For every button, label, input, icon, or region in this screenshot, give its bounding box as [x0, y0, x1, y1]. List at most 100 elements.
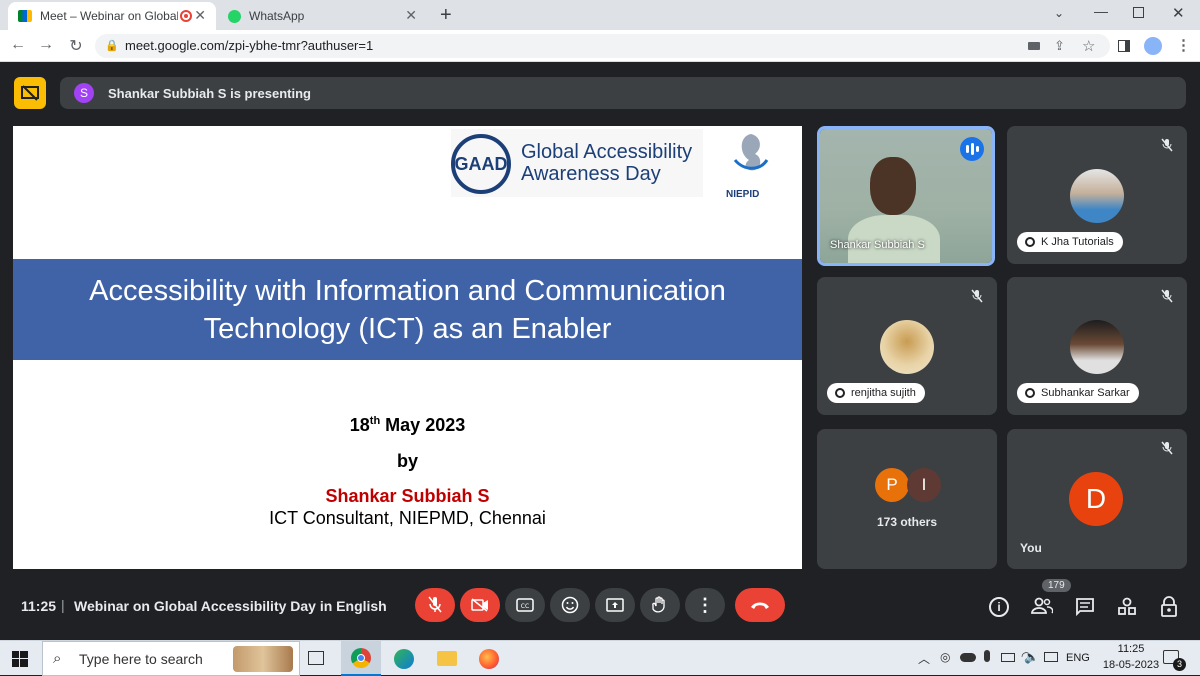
edge-taskbar-icon[interactable]	[394, 649, 414, 669]
captions-button[interactable]: CC	[505, 588, 545, 622]
clock-date[interactable]: 18-05-2023	[1098, 659, 1164, 671]
participant-tile-speaker[interactable]: Shankar Subbiah S	[817, 126, 995, 266]
niepid-logo: NIEPID	[721, 130, 771, 200]
slide-presenter-role: ICT Consultant, NIEPMD, Chennai	[269, 508, 546, 528]
search-placeholder: Type here to search	[79, 651, 203, 667]
others-avatar-i: I	[907, 468, 941, 502]
close-window-button[interactable]: ✕	[1172, 4, 1185, 22]
meet-favicon-icon	[18, 10, 32, 22]
clock-time[interactable]: 11:25	[1106, 643, 1156, 655]
tab-whatsapp[interactable]: WhatsApp ✕	[222, 2, 427, 30]
tab-whatsapp-title: WhatsApp	[249, 9, 305, 23]
camera-off-icon	[471, 598, 488, 612]
participant-name: K Jha Tutorials	[1017, 232, 1123, 252]
camera-toggle-button[interactable]	[460, 588, 500, 622]
reload-icon[interactable]: ↻	[66, 36, 86, 56]
mic-off-icon	[428, 596, 442, 613]
present-screen-icon	[606, 598, 624, 612]
meeting-details-icon[interactable]: i	[989, 597, 1009, 617]
host-controls-icon[interactable]	[1159, 596, 1179, 618]
leave-call-button[interactable]	[735, 588, 785, 622]
menu-kebab-icon[interactable]: ⋮	[1176, 36, 1191, 54]
presenting-banner: S Shankar Subbiah S is presenting	[60, 77, 1186, 109]
share-icon[interactable]: ⇪	[1054, 38, 1065, 54]
forward-arrow-icon[interactable]: →	[36, 36, 56, 54]
lock-icon: 🔒	[105, 40, 119, 52]
meeting-time: 11:25	[21, 598, 57, 614]
speaker-muted-icon[interactable]: 🔈	[1024, 650, 1039, 664]
task-view-icon[interactable]	[308, 651, 324, 665]
gaad-badge: GAAD	[451, 134, 511, 194]
presenting-text: Shankar Subbiah S is presenting	[108, 85, 311, 101]
microphone-tray-icon[interactable]	[984, 650, 990, 662]
more-options-button[interactable]: ⋮	[685, 588, 725, 622]
gaad-line2: Awareness Day	[521, 163, 661, 185]
tab-meet[interactable]: Meet – Webinar on Global A ✕	[8, 2, 216, 30]
footer-separator: |	[61, 597, 65, 613]
participant-tile-subhankar[interactable]: Subhankar Sarkar	[1007, 277, 1187, 415]
more-vert-icon: ⋮	[696, 594, 714, 615]
chevron-up-icon[interactable]: ︿	[918, 650, 930, 667]
taskbar-search-box[interactable]: ⌕ Type here to search	[42, 641, 300, 676]
meet-window: S Shankar Subbiah S is presenting GAAD G…	[0, 62, 1200, 640]
participant-tile-renjitha[interactable]: renjitha sujith	[817, 277, 997, 415]
back-arrow-icon[interactable]: ←	[8, 36, 28, 54]
camera-indicator-icon[interactable]	[1028, 42, 1040, 50]
language-indicator[interactable]: ENG	[1066, 652, 1090, 664]
niepid-emblem-icon	[733, 134, 769, 171]
tab-search-icon[interactable]: ⌄	[1054, 6, 1064, 20]
present-screen-button[interactable]	[595, 588, 635, 622]
profile-avatar[interactable]	[1144, 37, 1162, 55]
you-label: You	[1020, 541, 1042, 555]
onedrive-icon[interactable]	[960, 653, 976, 662]
reactions-button[interactable]	[550, 588, 590, 622]
file-explorer-icon[interactable]	[437, 651, 457, 666]
mic-off-icon	[971, 289, 983, 308]
search-icon: ⌕	[53, 650, 62, 667]
address-bar[interactable]: 🔒 meet.google.com/zpi-ybhe-tmr?authuser=…	[95, 34, 1110, 58]
pin-icon	[1025, 237, 1035, 247]
search-highlight-image	[233, 646, 293, 672]
people-icon[interactable]	[1031, 597, 1053, 615]
display-tray-icon[interactable]	[1044, 652, 1058, 662]
tab-close-icon[interactable]: ✕	[194, 7, 206, 24]
emoji-icon	[561, 596, 579, 614]
battery-icon[interactable]	[1001, 653, 1015, 662]
stop-presentation-icon[interactable]	[14, 77, 46, 109]
mic-off-icon	[1161, 441, 1173, 460]
gaad-logo: GAAD Global Accessibility Awareness Day	[451, 129, 703, 197]
others-avatar-p: P	[875, 468, 909, 502]
meet-control-bar: 11:25 | Webinar on Global Accessibility …	[0, 579, 1200, 639]
browser-toolbar: ← → ↻ 🔒 meet.google.com/zpi-ybhe-tmr?aut…	[0, 30, 1200, 62]
mic-toggle-button[interactable]	[415, 588, 455, 622]
side-panel-icon[interactable]	[1118, 40, 1130, 52]
participant-tile-kjha[interactable]: K Jha Tutorials	[1007, 126, 1187, 264]
participant-name: Subhankar Sarkar	[1017, 383, 1139, 403]
activities-icon[interactable]	[1117, 597, 1137, 617]
participant-tile-others[interactable]: P I 173 others	[817, 429, 997, 569]
bookmark-star-icon[interactable]: ☆	[1082, 37, 1095, 55]
raise-hand-button[interactable]	[640, 588, 680, 622]
restore-button[interactable]	[1133, 7, 1144, 18]
closed-captions-icon: CC	[516, 598, 534, 612]
new-tab-button[interactable]: +	[440, 4, 452, 27]
participant-tile-you[interactable]: D You	[1007, 429, 1187, 569]
mic-off-icon	[1161, 138, 1173, 157]
speaking-indicator-icon	[960, 137, 984, 161]
others-count-label: 173 others	[876, 515, 938, 529]
windows-start-icon[interactable]	[12, 651, 28, 667]
chat-icon[interactable]	[1075, 597, 1095, 617]
chrome-taskbar-icon[interactable]	[341, 641, 381, 676]
avatar	[880, 320, 934, 374]
recording-icon	[180, 10, 192, 22]
pin-icon	[835, 388, 845, 398]
camera-tray-icon[interactable]: ◎	[940, 650, 950, 664]
browser-tab-bar: Meet – Webinar on Global A ✕ WhatsApp ✕ …	[0, 0, 1200, 30]
avatar	[1070, 320, 1124, 374]
url-text: meet.google.com/zpi-ybhe-tmr?authuser=1	[125, 38, 374, 53]
minimize-button[interactable]: —	[1094, 3, 1108, 19]
firefox-taskbar-icon[interactable]	[479, 649, 499, 669]
speaker-name-label: Shankar Subbiah S	[830, 239, 925, 251]
tab-close-icon[interactable]: ✕	[405, 7, 417, 24]
slide-presenter-name: Shankar Subbiah S	[325, 486, 490, 506]
